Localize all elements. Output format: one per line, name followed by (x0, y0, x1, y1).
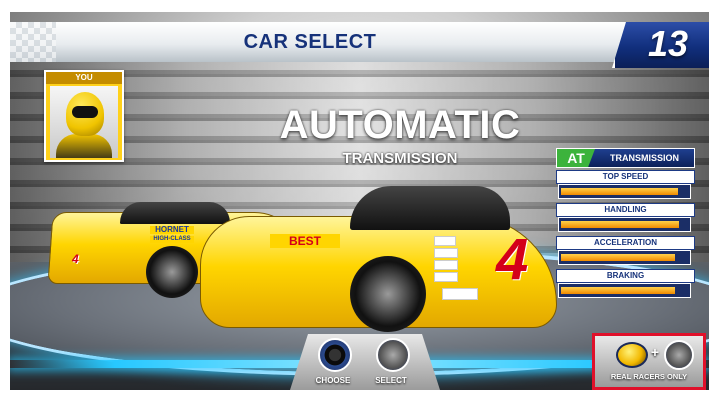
sponsor-decal-5 (442, 288, 478, 300)
stat-bar-track (558, 283, 691, 298)
player-name: YOU (46, 72, 122, 84)
rear-car-sponsor-1: HORNET (150, 226, 194, 234)
steering-wheel-icon[interactable] (318, 338, 352, 372)
start-button-icon[interactable] (616, 342, 648, 368)
pedal-icon[interactable] (376, 338, 410, 372)
stat-label: HANDLING (556, 203, 695, 217)
sponsor-decal-4 (434, 272, 458, 282)
sponsor-decal-2 (434, 248, 458, 258)
header-bar: CAR SELECT (10, 22, 650, 62)
transmission-subtitle: TRANSMISSION (342, 150, 458, 167)
transmission-stats-panel: AT TRANSMISSION TOP SPEED HANDLING ACCEL… (556, 148, 695, 300)
front-car[interactable]: BEST 4 (200, 176, 560, 346)
transmission-type-title: AUTOMATIC (279, 103, 521, 147)
sponsor-decal-3 (434, 260, 458, 270)
stat-bar-track (558, 217, 691, 232)
select-label: SELECT (375, 376, 407, 385)
pedal-icon[interactable] (664, 340, 694, 370)
sponsor-decal-1 (434, 236, 456, 246)
countdown-timer: 13 (647, 23, 689, 64)
choose-label: CHOOSE (315, 376, 351, 385)
stat-bar-fill (561, 254, 675, 261)
front-car-wheel-front (350, 256, 426, 332)
stat-bar-fill (561, 221, 679, 228)
stat-label: BRAKING (556, 269, 695, 283)
stat-bar-track (558, 250, 691, 265)
stat-label: ACCELERATION (556, 236, 695, 250)
rear-car-sponsor-2: HIGH-CLASS (150, 236, 194, 243)
transmission-badge: AT (557, 149, 595, 167)
real-racers-only-label: REAL RACERS ONLY (610, 372, 688, 381)
stat-bar-track (558, 184, 691, 199)
page-title: CAR SELECT (243, 31, 377, 53)
stat-braking: BRAKING (556, 269, 695, 299)
stats-title: TRANSMISSION (609, 153, 679, 163)
plus-sign: + (650, 344, 660, 360)
racer-suit (56, 134, 112, 158)
front-car-windshield (350, 186, 510, 230)
rear-car-wheel-back (146, 246, 198, 298)
front-car-hood-sponsor: BEST (270, 234, 340, 248)
helmet-visor (72, 106, 98, 118)
rear-car-number: 4 (72, 252, 79, 266)
front-car-number: 4 (496, 227, 529, 292)
stat-bar-fill (561, 188, 678, 195)
stat-handling: HANDLING (556, 203, 695, 233)
stat-acceleration: ACCELERATION (556, 236, 695, 266)
stats-header: AT TRANSMISSION (556, 148, 695, 168)
player-card: YOU (44, 70, 124, 162)
stat-label: TOP SPEED (556, 170, 695, 184)
stat-top-speed: TOP SPEED (556, 170, 695, 200)
stat-bar-fill (561, 287, 675, 294)
avatar (50, 86, 118, 158)
